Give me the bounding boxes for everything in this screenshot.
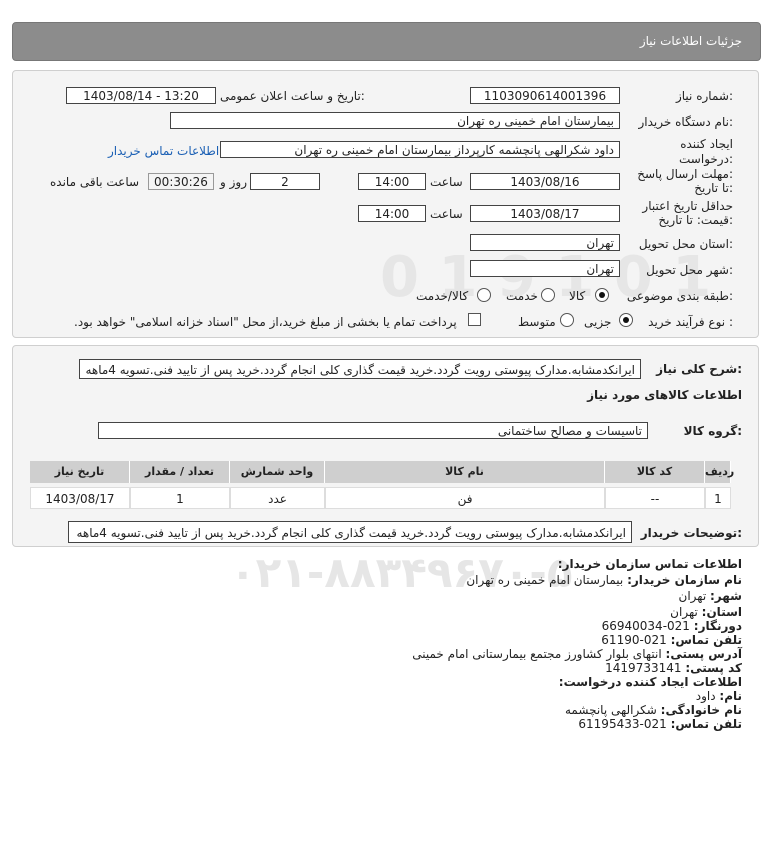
creator-label-1: ایجاد کننده: [680, 137, 733, 151]
treasury-payment-checkbox[interactable]: [468, 313, 481, 326]
buyer-notes-label: توضیحات خریدار:: [640, 526, 742, 540]
creator-line-family: نام خانوادگی: شکرالهی پانچشمه: [565, 703, 742, 717]
need-number-label: شماره نیاز:: [675, 89, 733, 103]
days-field: 2: [250, 173, 320, 190]
validity-time-label: ساعت: [430, 207, 463, 221]
page-title: جزئیات اطلاعات نیاز: [639, 34, 742, 48]
goods-group-field: تاسیسات و مصالح ساختمانی: [98, 422, 648, 439]
buyer-contact-link[interactable]: اطلاعات تماس خریدار: [108, 144, 219, 158]
table-cell-unit: عدد: [230, 487, 325, 509]
category-label: طبقه بندی موضوعی:: [626, 289, 733, 303]
province-label: استان محل تحویل:: [638, 237, 733, 251]
validity-label-2: قیمت: تا تاریخ:: [658, 213, 733, 227]
creator-field: داود شکرالهی پانچشمه کارپرداز بیمارستان …: [220, 141, 620, 158]
process-option-medium: متوسط: [518, 315, 556, 329]
process-radio-medium[interactable]: [560, 313, 574, 327]
creator-info-title: اطلاعات ایجاد کننده درخواست:: [558, 675, 742, 689]
process-radio-minor[interactable]: [619, 313, 633, 327]
buyer-org-field: بیمارستان امام خمینی ره تهران: [170, 112, 620, 129]
table-cell-code: --: [605, 487, 705, 509]
table-cell-date: 1403/08/17: [30, 487, 130, 509]
province-field: تهران: [470, 234, 620, 251]
category-radio-goods[interactable]: [595, 288, 609, 302]
goods-info-title: اطلاعات کالاهای مورد نیاز: [587, 388, 742, 402]
deadline-time-field: 14:00: [358, 173, 426, 190]
contact-line-province: استان: تهران: [670, 605, 742, 619]
contact-line-postal: کد پستی: 1419733141: [605, 661, 742, 675]
table-header-name: نام کالا: [325, 461, 605, 483]
contact-line-city: شهر: تهران: [678, 589, 742, 603]
table-header-qty: تعداد / مقدار: [130, 461, 230, 483]
creator-line-name: نام: داود: [695, 689, 742, 703]
creator-label-2: درخواست:: [679, 152, 733, 166]
contact-title: اطلاعات تماس سازمان خریدار:: [557, 557, 742, 571]
table-cell-name: فن: [325, 487, 605, 509]
category-option-goods-service: کالا/خدمت: [416, 289, 469, 303]
city-field: تهران: [470, 260, 620, 277]
city-label: شهر محل تحویل:: [646, 263, 733, 277]
remaining-time-field: 00:30:26: [148, 173, 214, 190]
need-number-field: 1103090614001396: [470, 87, 620, 104]
category-option-service: خدمت: [506, 289, 538, 303]
table-header-code: کد کالا: [605, 461, 705, 483]
process-option-minor: جزیی: [584, 315, 612, 329]
announce-field: 1403/08/14 - 13:20: [66, 87, 216, 104]
announce-label: تاریخ و ساعت اعلان عمومی:: [220, 89, 365, 103]
deadline-time-label: ساعت: [430, 175, 463, 189]
deadline-date-field: 1403/08/16: [470, 173, 620, 190]
creator-line-phone: تلفن تماس: 021-61195433: [578, 717, 742, 731]
table-header-unit: واحد شمارش: [230, 461, 325, 483]
deadline-label-1: مهلت ارسال پاسخ:: [637, 167, 733, 181]
category-radio-service[interactable]: [541, 288, 555, 302]
table-cell-qty: 1: [130, 487, 230, 509]
remaining-label: ساعت باقی مانده: [50, 175, 140, 189]
contact-line-org: نام سازمان خریدار: بیمارستان امام خمینی …: [466, 573, 742, 587]
payment-note: پرداخت تمام یا بخشی از مبلغ خرید،از محل …: [74, 315, 457, 329]
summary-field: ایرانکدمشابه.مدارک پیوستی رویت گردد.خرید…: [79, 359, 641, 379]
buyer-notes-field: ایرانکدمشابه.مدارک پیوستی رویت گردد.خرید…: [68, 521, 632, 543]
table-cell-row-no: 1: [705, 487, 731, 509]
contact-line-address: آدرس پستی: انتهای بلوار کشاورز مجتمع بیم…: [412, 647, 742, 661]
validity-time-field: 14:00: [358, 205, 426, 222]
validity-date-field: 1403/08/17: [470, 205, 620, 222]
goods-group-label: گروه کالا:: [683, 424, 742, 438]
summary-label: شرح کلی نیاز:: [656, 362, 742, 376]
process-label: نوع فرآیند خرید :: [648, 315, 733, 329]
category-radio-goods-service[interactable]: [477, 288, 491, 302]
title-bar: جزئیات اطلاعات نیاز: [12, 22, 761, 61]
category-option-goods: کالا: [569, 289, 586, 303]
contact-line-fax: دورنگار: 021-66940034: [601, 619, 742, 633]
buyer-org-label: نام دستگاه خریدار:: [638, 115, 734, 129]
days-label: روز و: [220, 175, 247, 189]
table-header-row-no: ردیف: [705, 461, 734, 483]
deadline-label-2: تا تاریخ:: [694, 181, 733, 195]
contact-line-phone: تلفن تماس: 021-61190: [601, 633, 742, 647]
validity-label-1: حداقل تاریخ اعتبار: [642, 199, 733, 213]
table-header-date: تاریخ نیاز: [30, 461, 130, 483]
